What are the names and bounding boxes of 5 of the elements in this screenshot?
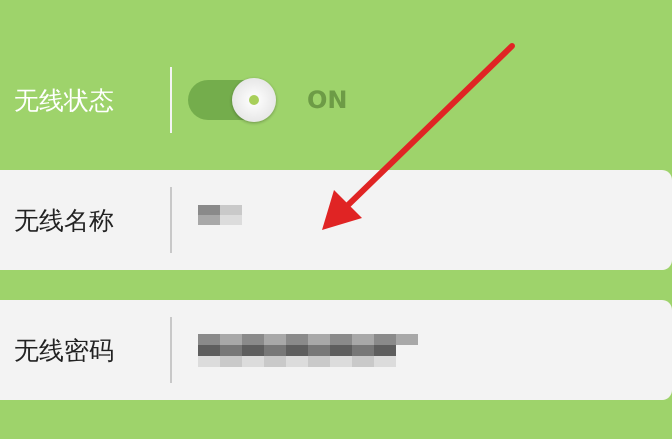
toggle-state: ON <box>307 86 348 114</box>
field-label: 无线密码 <box>13 334 115 366</box>
toggle-switch[interactable] <box>188 80 274 120</box>
field-label: 无线名称 <box>13 204 115 236</box>
field-label: 无线状态 <box>13 84 115 116</box>
